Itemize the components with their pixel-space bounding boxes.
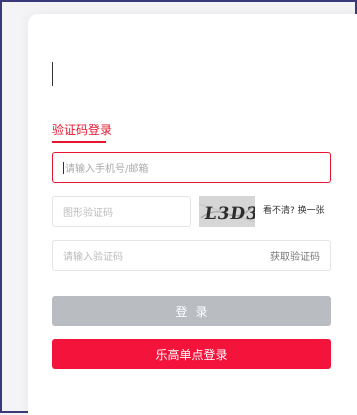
sso-login-button[interactable]: 乐高单点登录 (52, 339, 331, 369)
phone-email-placeholder: 请输入手机号/邮箱 (65, 164, 149, 175)
get-code-button[interactable]: 获取验证码 (270, 248, 320, 263)
login-button[interactable]: 登录 (52, 296, 331, 326)
phone-email-input[interactable]: 请输入手机号/邮箱 (52, 152, 331, 183)
captcha-image[interactable]: L3D3 (199, 196, 255, 227)
captcha-text: L3D3 (203, 204, 255, 224)
image-code-placeholder: 图形验证码 (63, 208, 113, 219)
text-cursor (52, 62, 53, 86)
active-tab-underline (52, 141, 106, 143)
sms-code-placeholder: 请输入验证码 (63, 252, 123, 263)
image-code-input[interactable]: 图形验证码 (52, 196, 191, 227)
login-card: 验证码登录 请输入手机号/邮箱 图形验证码 L3D3 看不清? 换一张 请输入验… (28, 14, 357, 415)
sms-code-input[interactable]: 请输入验证码 获取验证码 (52, 240, 331, 271)
tab-sms-login[interactable]: 验证码登录 (52, 122, 112, 138)
refresh-captcha-link[interactable]: 看不清? 换一张 (263, 205, 325, 218)
